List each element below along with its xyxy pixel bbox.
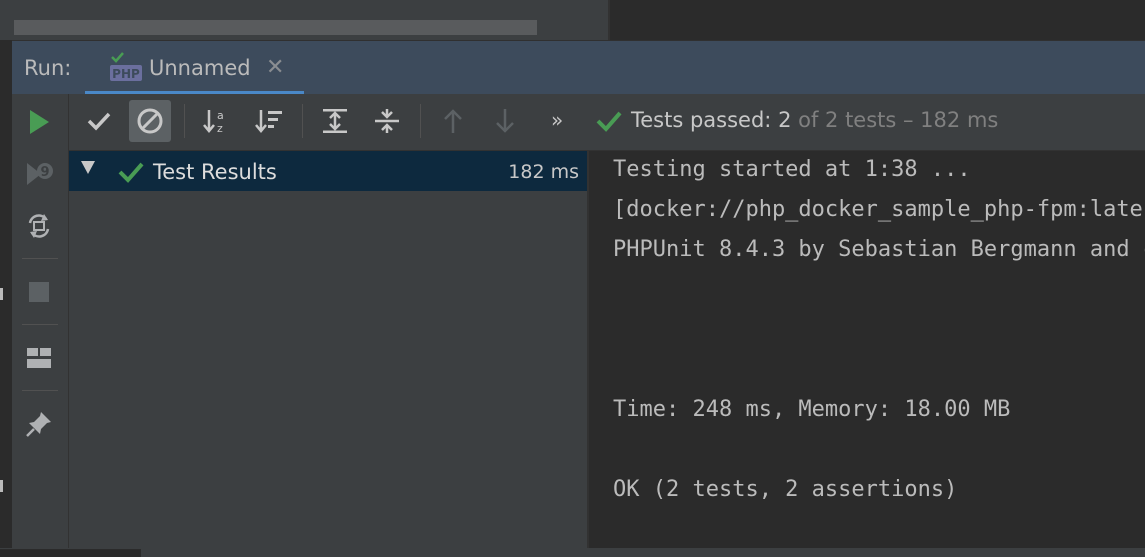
console-line: Time: 248 ms, Memory: 18.00 MB (613, 397, 1011, 422)
previous-failed-icon[interactable] (432, 100, 474, 142)
run-side-toolbar: 9 (12, 94, 69, 548)
run-tab-unnamed[interactable]: PHP Unnamed ✕ (85, 41, 304, 95)
summary-count: 2 (778, 108, 792, 132)
console-line: PHPUnit 8.4.3 by Sebastian Bergmann and … (613, 237, 1145, 262)
scrollbar-thumb[interactable] (0, 549, 141, 557)
show-passed-icon[interactable] (78, 100, 120, 142)
edge-marker (0, 480, 3, 492)
svg-text:z: z (217, 122, 223, 135)
rerun-icon[interactable] (20, 103, 58, 141)
console-line: Testing started at 1:38 ... (613, 157, 971, 182)
summary-prefix: Tests passed: (631, 108, 779, 132)
run-tab-label: Unnamed (149, 56, 251, 80)
check-icon (595, 108, 623, 138)
separator (22, 324, 58, 325)
php-test-icon: PHP (109, 51, 143, 83)
console-line: [docker://php_docker_sample_php-fpm:late… (613, 197, 1145, 222)
more-icon[interactable]: » (551, 108, 575, 134)
run-tool-window-header: Run: PHP Unnamed ✕ (12, 40, 1145, 95)
tree-row-test-results[interactable]: Test Results 182 ms (69, 151, 587, 191)
separator (302, 104, 303, 138)
test-summary: Tests passed: 2 of 2 tests – 182 ms (631, 108, 998, 132)
test-runner-toolbar: a z » Tests passed: 2 of 2 tests – 182 m… (69, 94, 1145, 151)
collapse-all-icon[interactable] (366, 100, 408, 142)
tree-row-time: 182 ms (508, 161, 579, 183)
expand-all-icon[interactable] (314, 100, 356, 142)
sort-alphabetically-icon[interactable]: a z (196, 100, 238, 142)
passed-check-icon (117, 159, 145, 189)
run-label: Run: (24, 56, 72, 80)
stop-icon[interactable] (20, 273, 58, 311)
console-line: OK (2 tests, 2 assertions) (613, 477, 958, 502)
separator (22, 390, 58, 391)
separator (184, 104, 185, 138)
toggle-auto-test-icon[interactable] (20, 207, 58, 245)
horizontal-scrollbar[interactable] (0, 548, 1145, 557)
expand-arrow-icon[interactable] (81, 161, 95, 174)
close-icon[interactable]: ✕ (266, 55, 284, 80)
svg-text:a: a (217, 109, 224, 122)
svg-text:9: 9 (40, 165, 49, 180)
separator (420, 104, 421, 138)
svg-text:PHP: PHP (112, 67, 140, 81)
test-results-tree: Test Results 182 ms (69, 151, 587, 548)
console-output[interactable]: Testing started at 1:38 ... [docker://ph… (589, 151, 1145, 548)
separator (22, 258, 58, 259)
rerun-failed-icon[interactable]: 9 (20, 155, 58, 193)
editor-area-right (610, 0, 1145, 40)
tree-row-label: Test Results (153, 160, 277, 184)
summary-suffix: of 2 tests – 182 ms (791, 108, 999, 132)
show-ignored-icon[interactable] (129, 100, 171, 142)
layout-icon[interactable] (20, 339, 58, 377)
next-failed-icon[interactable] (484, 100, 526, 142)
edge-marker (0, 288, 3, 300)
editor-horizontal-scrollbar[interactable] (14, 20, 537, 35)
sort-by-duration-icon[interactable] (248, 100, 290, 142)
pin-icon[interactable] (20, 405, 58, 443)
